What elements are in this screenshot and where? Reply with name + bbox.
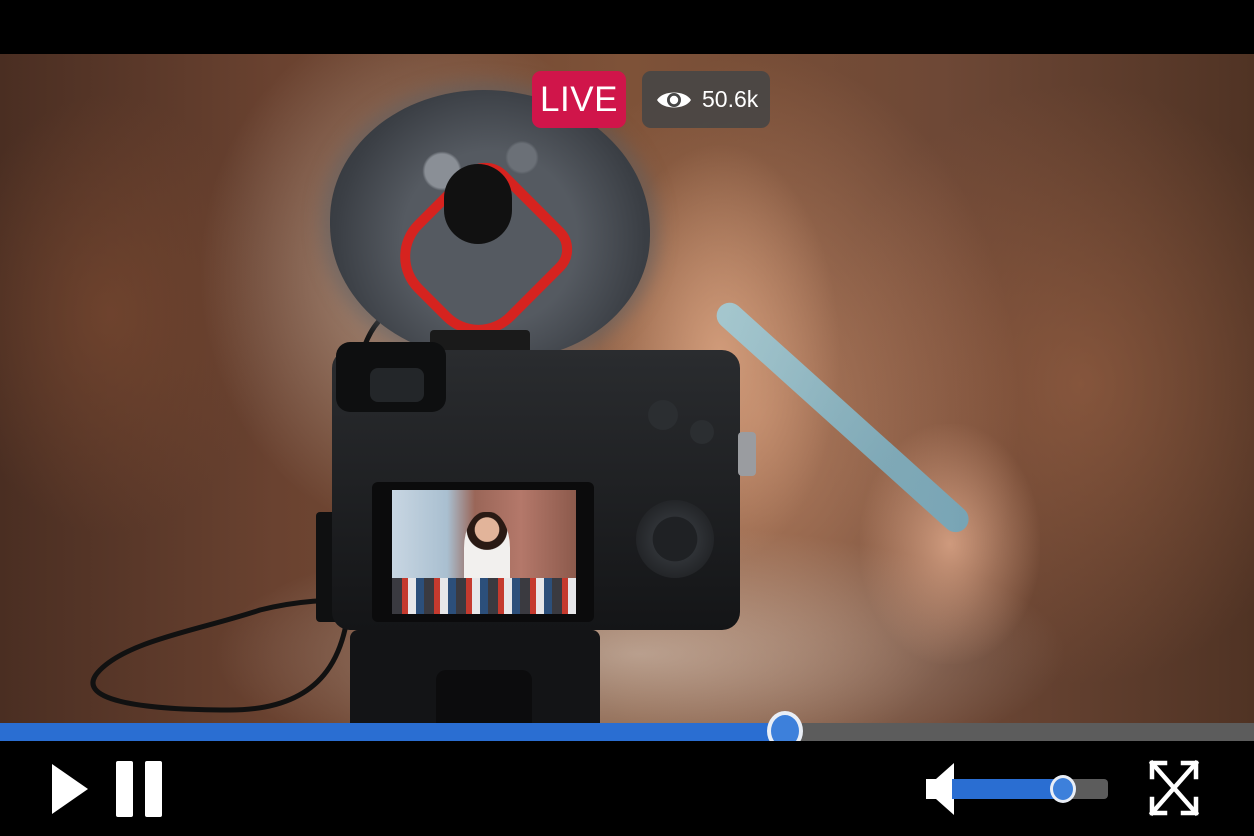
- live-badge: LIVE: [532, 71, 626, 128]
- screen-cosmetics-table: [392, 578, 576, 614]
- pause-icon-bar: [116, 761, 133, 817]
- microphone-capsule: [444, 164, 512, 244]
- control-bar: [0, 741, 1254, 836]
- fullscreen-icon[interactable]: [1148, 759, 1200, 817]
- pause-icon[interactable]: [116, 761, 162, 817]
- progress-bar-fill: [0, 723, 785, 741]
- volume-slider-handle[interactable]: [1049, 775, 1076, 803]
- camera-strap-lug: [738, 432, 756, 476]
- camera-button: [648, 400, 678, 430]
- camera-viewfinder-glass: [370, 368, 424, 402]
- camera-button: [690, 420, 714, 444]
- camera-control-dial: [636, 500, 714, 578]
- volume-slider-fill: [952, 779, 1063, 799]
- camera-preview-screen: [392, 490, 576, 614]
- progress-bar[interactable]: [0, 723, 1254, 741]
- viewer-count: 50.6k: [702, 86, 759, 112]
- background-makeup-brush: [711, 297, 974, 538]
- volume-slider[interactable]: [952, 779, 1108, 799]
- eye-icon: [657, 92, 691, 107]
- tripod-knob: [436, 670, 532, 723]
- viewer-count-badge: 50.6k: [642, 71, 770, 128]
- play-icon[interactable]: [50, 763, 90, 815]
- pause-icon-bar: [145, 761, 162, 817]
- letterbox-top: [0, 0, 1254, 54]
